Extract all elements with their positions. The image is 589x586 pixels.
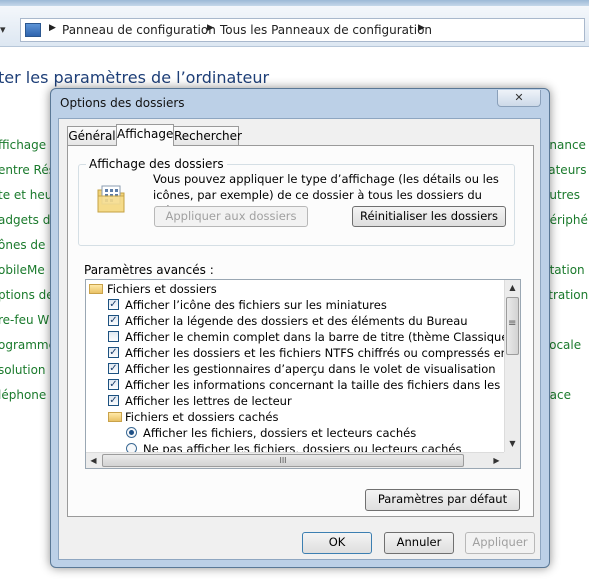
scroll-grip-icon: ≡ xyxy=(508,318,517,329)
sidebar-link[interactable]: léphone e xyxy=(0,388,57,402)
ok-button[interactable]: OK xyxy=(302,532,372,554)
apply-button[interactable]: Appliquer xyxy=(465,532,535,554)
scroll-thumb[interactable]: ≡ xyxy=(506,297,519,355)
folder-options-dialog: Options des dossiers ✕ Général Affichage… xyxy=(50,88,550,568)
close-button[interactable]: ✕ xyxy=(497,90,541,107)
list-item-label: Afficher les fichiers, dossiers et lecte… xyxy=(143,426,417,440)
scroll-corner xyxy=(504,452,520,468)
sidebar-link[interactable]: ogramme xyxy=(0,338,56,352)
folder-view-group-title: Affichage des dossiers xyxy=(86,157,227,171)
advanced-settings-label: Paramètres avancés : xyxy=(84,263,214,277)
scroll-down-arrow-icon[interactable]: ▼ xyxy=(505,436,520,451)
list-item-label: Fichiers et dossiers xyxy=(107,282,217,296)
checkbox[interactable]: ✓ xyxy=(108,363,119,374)
scroll-left-arrow-icon[interactable]: ◀ xyxy=(86,453,101,468)
checkbox[interactable]: ✓ xyxy=(108,299,119,310)
scroll-thumb[interactable]: III xyxy=(102,454,464,467)
scroll-right-arrow-icon[interactable]: ▶ xyxy=(489,453,504,468)
dialog-title: Options des dossiers xyxy=(60,96,185,110)
vertical-scrollbar[interactable]: ▲ ≡ ▼ xyxy=(504,280,520,452)
horizontal-scrollbar[interactable]: ◀ III ▶ xyxy=(86,452,504,468)
control-panel-icon xyxy=(25,23,41,37)
list-item-label: Afficher les lettres de lecteur xyxy=(125,394,292,408)
scroll-up-arrow-icon[interactable]: ▲ xyxy=(505,280,520,295)
apply-to-folders-button[interactable]: Appliquer aux dossiers xyxy=(154,206,308,227)
reset-folders-button[interactable]: Réinitialiser les dossiers xyxy=(352,206,506,227)
tab-search[interactable]: Rechercher xyxy=(173,126,242,145)
list-item-label: Afficher la légende des dossiers et des … xyxy=(125,314,468,328)
folder-icon xyxy=(108,412,122,422)
sidebar-link[interactable]: obileMe xyxy=(0,263,45,277)
checkbox[interactable]: ✓ xyxy=(108,379,119,390)
page-heading: ter les paramètres de l’ordinateur xyxy=(0,68,270,87)
checkbox[interactable]: ✓ xyxy=(108,315,119,326)
sidebar-link[interactable]: ffichage xyxy=(0,138,46,152)
close-icon: ✕ xyxy=(514,91,524,104)
folder-icon xyxy=(89,284,103,294)
checkbox[interactable] xyxy=(108,331,119,342)
breadcrumb-arrow-icon[interactable]: ▶ xyxy=(49,23,56,33)
folder-view-icon xyxy=(97,185,125,213)
cancel-button[interactable]: Annuler xyxy=(384,532,454,554)
breadcrumb-control-panel[interactable]: Panneau de configuration xyxy=(62,23,216,37)
list-item-label: Fichiers et dossiers cachés xyxy=(125,410,279,424)
dialog-body: Général Affichage Rechercher Affichage d… xyxy=(58,118,541,560)
list-item-label: Afficher les informations concernant la … xyxy=(125,378,520,392)
breadcrumb-arrow-icon[interactable]: ▶ xyxy=(207,23,214,33)
advanced-settings-list[interactable]: Fichiers et dossiers ✓ Afficher l’icône … xyxy=(85,279,521,469)
address-bar: ▾ ▶ Panneau de configuration ▶ Tous les … xyxy=(0,6,589,47)
checkbox[interactable]: ✓ xyxy=(108,347,119,358)
sidebar-link[interactable]: re-feu Wi xyxy=(0,313,52,327)
list-item-label: Afficher les gestionnaires d’aperçu dans… xyxy=(125,362,496,376)
sidebar-link[interactable]: te et heur xyxy=(0,188,57,202)
breadcrumb-arrow-icon[interactable]: ▶ xyxy=(418,23,425,33)
nav-dropdown-icon[interactable]: ▾ xyxy=(0,21,10,39)
breadcrumb-all-panels[interactable]: Tous les Panneaux de configuration xyxy=(220,23,432,37)
address-field[interactable]: ▶ Panneau de configuration ▶ Tous les Pa… xyxy=(20,18,585,42)
checkbox[interactable]: ✓ xyxy=(108,395,119,406)
tab-general[interactable]: Général xyxy=(67,126,117,145)
list-item-label: Afficher l’icône des fichiers sur les mi… xyxy=(125,298,387,312)
list-item-label: Afficher les dossiers et les fichiers NT… xyxy=(125,346,521,360)
restore-defaults-button[interactable]: Paramètres par défaut xyxy=(365,489,520,511)
sidebar-link[interactable]: solution d xyxy=(0,363,57,377)
list-item-label: Afficher le chemin complet dans la barre… xyxy=(125,330,520,344)
tab-display[interactable]: Affichage xyxy=(116,124,174,146)
radio-button[interactable] xyxy=(126,427,137,438)
